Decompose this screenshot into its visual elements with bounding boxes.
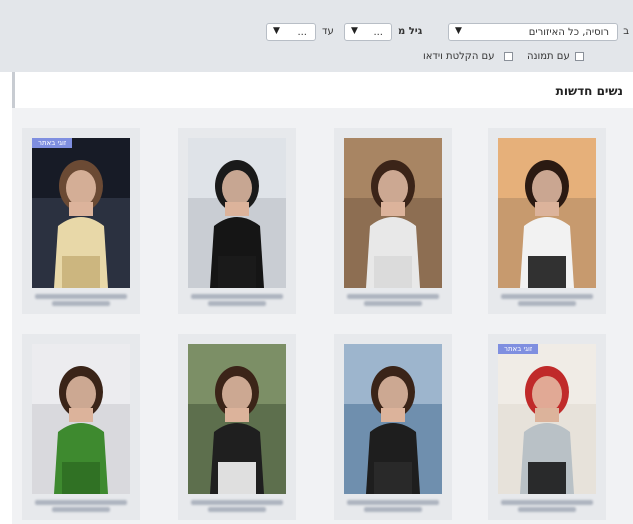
- profile-card[interactable]: [178, 334, 296, 520]
- profile-caption-blurred: [340, 498, 446, 518]
- profile-caption-blurred: [184, 292, 290, 312]
- profile-card[interactable]: [488, 128, 606, 314]
- profile-card[interactable]: [334, 334, 452, 520]
- location-prefix-label: ב: [623, 26, 629, 37]
- profile-photo[interactable]: [344, 344, 442, 494]
- profile-photo[interactable]: [498, 138, 596, 288]
- profile-photo-image: [188, 138, 286, 288]
- profile-photo[interactable]: [344, 138, 442, 288]
- section-title: נשים חדשות: [555, 84, 623, 98]
- profile-photo-image: [498, 344, 596, 494]
- profile-photo-image: [188, 344, 286, 494]
- profile-card[interactable]: [334, 128, 452, 314]
- location-select[interactable]: רוסיה, כל האיזורים ▼: [448, 23, 618, 41]
- online-badge: זוגי באתר: [32, 138, 73, 148]
- age-from-select[interactable]: ... ▼: [344, 23, 392, 41]
- profile-photo-image: [32, 138, 130, 288]
- with-photo-label: עם תמונה: [527, 51, 570, 62]
- profile-photo-image: [498, 138, 596, 288]
- profile-caption-blurred: [28, 292, 134, 312]
- profile-photo-image: [32, 344, 130, 494]
- location-select-value: רוסיה, כל האיזורים: [528, 27, 609, 38]
- age-from-label: גיל מ: [398, 26, 423, 37]
- profile-caption-blurred: [340, 292, 446, 312]
- chevron-down-icon: ▼: [455, 26, 462, 36]
- with-video-checkbox[interactable]: [504, 52, 513, 61]
- online-badge: זוגי באתר: [498, 344, 539, 354]
- profile-photo[interactable]: זוגי באתר: [32, 138, 130, 288]
- age-to-select[interactable]: ... ▼: [266, 23, 316, 41]
- with-video-label: עם הקלטת וידאו: [423, 51, 495, 62]
- profile-caption-blurred: [28, 498, 134, 518]
- profile-photo-image: [344, 344, 442, 494]
- profile-caption-blurred: [494, 292, 600, 312]
- profile-photo[interactable]: [32, 344, 130, 494]
- with-photo-checkbox[interactable]: [575, 52, 584, 61]
- age-to-label: עד: [322, 26, 334, 37]
- section-header: [12, 72, 633, 108]
- profile-caption-blurred: [494, 498, 600, 518]
- chevron-down-icon: ▼: [273, 26, 280, 36]
- profile-card[interactable]: זוגי באתר: [488, 334, 606, 520]
- age-to-value: ...: [297, 27, 307, 38]
- profile-photo[interactable]: [188, 344, 286, 494]
- chevron-down-icon: ▼: [351, 26, 358, 36]
- age-from-value: ...: [373, 27, 383, 38]
- profile-card[interactable]: [22, 334, 140, 520]
- profile-photo[interactable]: זוגי באתר: [498, 344, 596, 494]
- profile-caption-blurred: [184, 498, 290, 518]
- profile-photo[interactable]: [188, 138, 286, 288]
- profile-photo-image: [344, 138, 442, 288]
- profile-card[interactable]: [178, 128, 296, 314]
- profile-card[interactable]: זוגי באתר: [22, 128, 140, 314]
